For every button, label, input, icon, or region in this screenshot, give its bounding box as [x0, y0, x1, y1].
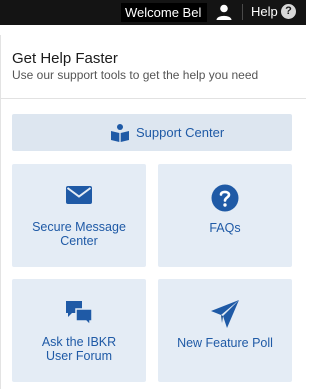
feature-poll-label: New Feature Poll — [177, 336, 273, 350]
user-forum-button[interactable]: Ask the IBKR User Forum — [12, 279, 146, 382]
faqs-label: FAQs — [209, 221, 241, 235]
support-center-button[interactable]: Support Center — [12, 114, 292, 151]
paper-plane-icon — [211, 300, 239, 328]
top-nav-bar: Welcome Bel Help ? — [0, 0, 306, 25]
user-forum-label: Ask the IBKR User Forum — [41, 335, 117, 363]
welcome-text: Welcome Bel — [121, 3, 207, 22]
help-menu-label[interactable]: Help — [251, 4, 278, 20]
secure-message-center-button[interactable]: Secure Message Center — [12, 164, 146, 267]
panel-subtitle: Use our support tools to get the help yo… — [12, 68, 259, 82]
reader-icon — [111, 124, 129, 142]
panel-separator — [0, 98, 306, 99]
chat-bubbles-icon — [66, 301, 93, 327]
dropdown-caret — [281, 27, 297, 35]
panel-title: Get Help Faster — [12, 50, 118, 67]
help-icon[interactable]: ? — [281, 4, 296, 19]
envelope-icon — [66, 186, 92, 204]
question-circle-icon — [211, 184, 239, 212]
support-center-label: Support Center — [136, 125, 225, 140]
new-feature-poll-button[interactable]: New Feature Poll — [158, 279, 292, 382]
user-icon[interactable] — [215, 3, 233, 21]
topbar-divider — [242, 4, 243, 20]
faqs-button[interactable]: FAQs — [158, 164, 292, 267]
secure-message-label: Secure Message Center — [32, 220, 126, 248]
